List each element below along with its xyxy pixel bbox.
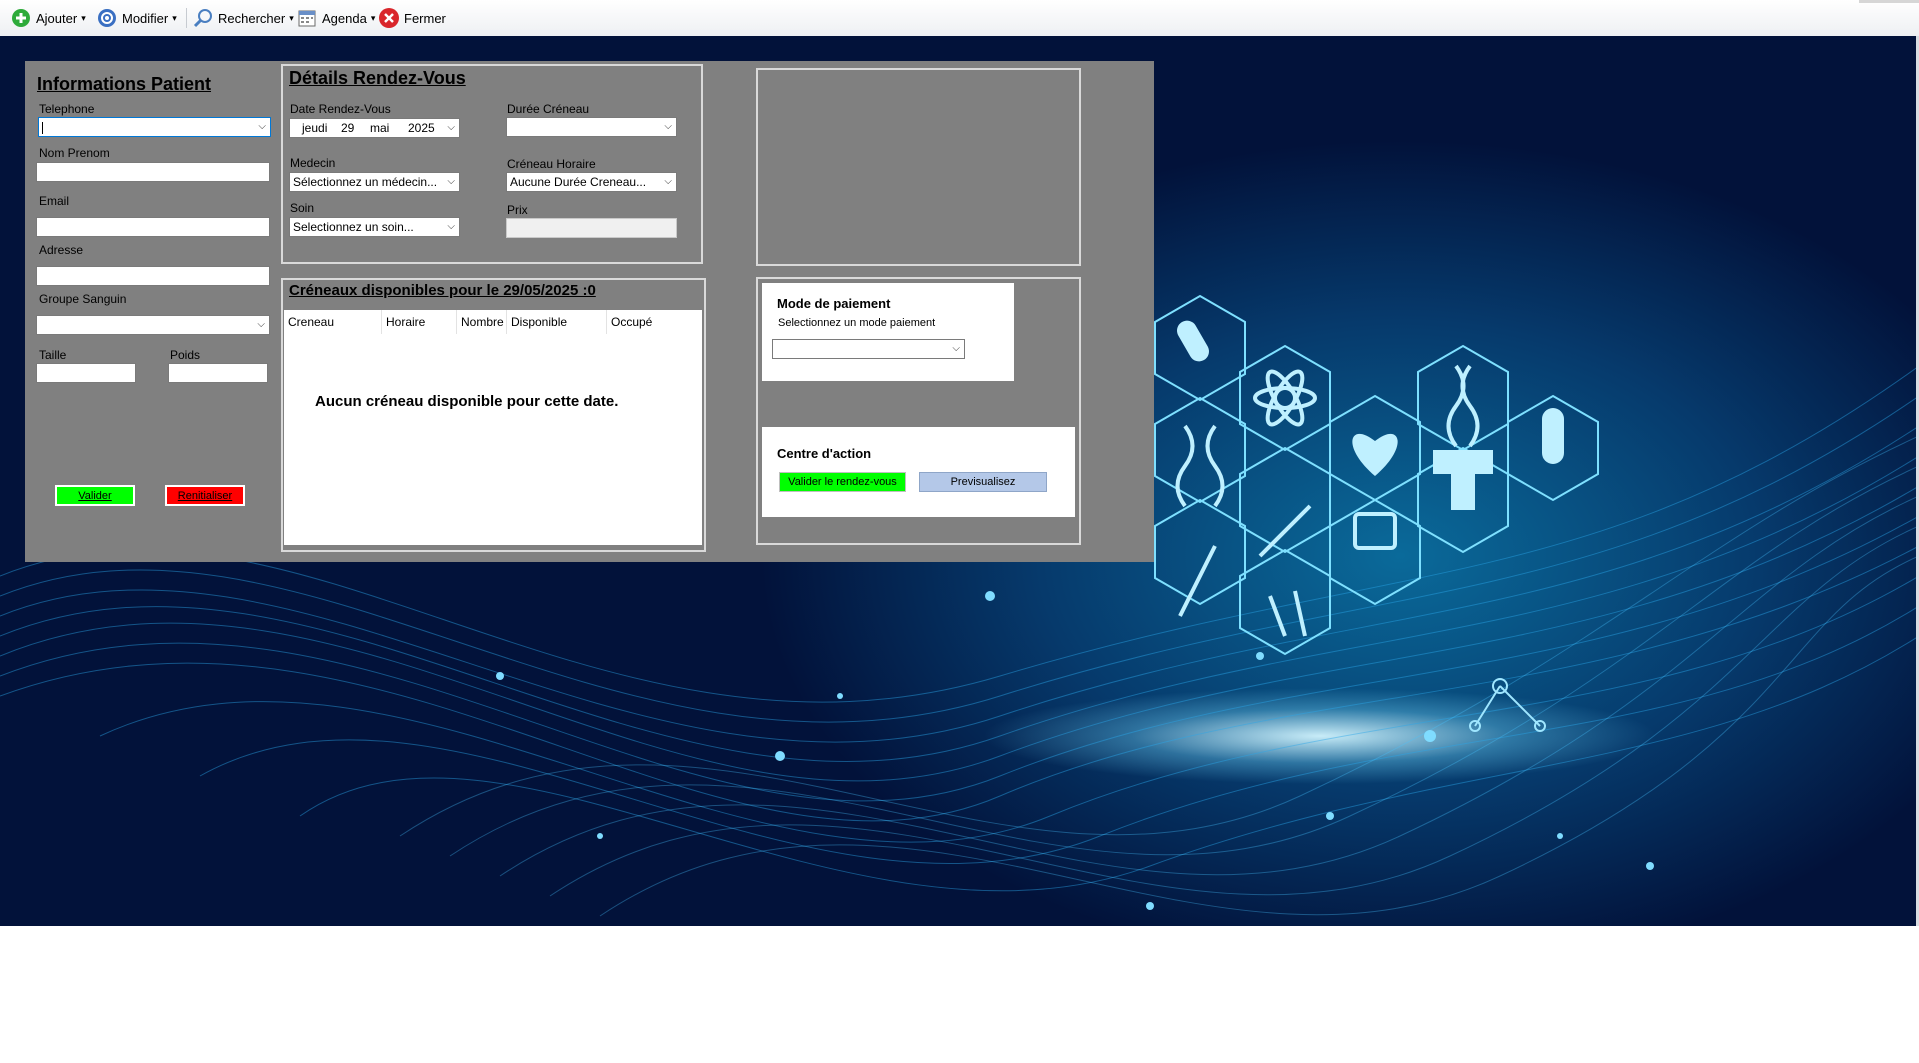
previsualisez-button[interactable]: Previsualisez xyxy=(919,472,1047,492)
payment-card: Mode de paiement Selectionnez un mode pa… xyxy=(762,283,1014,381)
fermer-label: Fermer xyxy=(404,10,446,26)
rdv-section-title: Détails Rendez-Vous xyxy=(289,68,466,88)
date-rdv-picker[interactable]: jeudi 29 mai 2025 ⌵ xyxy=(289,118,460,138)
date-rdv-label: Date Rendez-Vous xyxy=(290,102,391,116)
action-center-card: Centre d'action Valider le rendez-vous P… xyxy=(762,427,1075,517)
adresse-input[interactable] xyxy=(36,266,270,286)
rechercher-menu-button[interactable]: Rechercher ▾ xyxy=(192,6,294,30)
chevron-down-icon: ⌵ xyxy=(664,176,672,187)
poids-label: Poids xyxy=(170,348,201,362)
close-icon xyxy=(378,7,400,29)
payment-mode-combobox[interactable]: ⌵ xyxy=(772,339,965,359)
chevron-down-icon: ⌵ xyxy=(258,121,266,132)
rechercher-label: Rechercher xyxy=(218,10,286,26)
agenda-menu-button[interactable]: Agenda ▾ xyxy=(296,6,375,30)
groupe-sanguin-combobox[interactable]: ⌵ xyxy=(36,315,270,335)
prix-label: Prix xyxy=(507,203,528,217)
duree-creneau-label: Durée Créneau xyxy=(507,102,590,116)
soin-combobox[interactable]: Selectionnez un soin... ⌵ xyxy=(289,217,460,237)
column-header[interactable]: Disponible xyxy=(507,310,607,334)
preview-group xyxy=(756,68,1081,266)
search-icon xyxy=(192,7,214,29)
ajouter-label: Ajouter xyxy=(36,10,78,26)
action-center-title: Centre d'action xyxy=(777,446,872,461)
chevron-down-icon: ⌵ xyxy=(664,121,672,132)
patient-section-title: Informations Patient xyxy=(37,74,212,94)
telephone-label: Telephone xyxy=(39,102,95,116)
chevron-down-icon: ⌵ xyxy=(447,221,455,232)
reinitialiser-button[interactable]: Renitialiser xyxy=(165,485,245,506)
ajouter-menu-button[interactable]: Ajouter ▾ xyxy=(10,6,86,30)
soin-label: Soin xyxy=(290,201,315,215)
column-header[interactable]: Horaire xyxy=(382,310,457,334)
telephone-combobox[interactable]: ⌵ xyxy=(38,117,271,137)
toolbar-separator xyxy=(186,8,187,28)
taille-label: Taille xyxy=(39,348,67,362)
date-month: mai xyxy=(370,121,390,135)
chevron-down-icon: ▾ xyxy=(289,12,294,23)
chevron-down-icon: ⌵ xyxy=(257,319,265,330)
column-header[interactable]: Occupé xyxy=(607,310,702,334)
creneau-horaire-value: Aucune Durée Creneau... xyxy=(510,175,647,189)
calendar-icon xyxy=(296,7,318,29)
empty-slots-message: Aucun créneau disponible pour cette date… xyxy=(315,393,619,410)
appointment-panel: Informations Patient Telephone ⌵ Nom Pre… xyxy=(25,61,1154,562)
column-header[interactable]: Creneau xyxy=(284,310,382,334)
taille-input[interactable] xyxy=(36,363,136,383)
chevron-down-icon: ▾ xyxy=(81,12,86,23)
poids-input[interactable] xyxy=(168,363,268,383)
groupe-sanguin-label: Groupe Sanguin xyxy=(39,292,127,306)
nom-prenom-label: Nom Prenom xyxy=(39,146,110,160)
column-header[interactable]: Nombre xyxy=(457,310,507,334)
date-day: jeudi xyxy=(302,121,328,135)
creneau-horaire-combobox[interactable]: Aucune Durée Creneau... ⌵ xyxy=(506,172,677,192)
email-input[interactable] xyxy=(36,217,270,237)
chevron-down-icon: ▾ xyxy=(370,12,376,23)
chevron-down-icon: ▾ xyxy=(172,12,177,23)
medecin-value: Sélectionnez un médecin... xyxy=(293,175,438,189)
soin-value: Selectionnez un soin... xyxy=(293,220,414,234)
email-label: Email xyxy=(39,194,70,208)
date-num: 29 xyxy=(341,121,355,135)
valider-button[interactable]: Valider xyxy=(55,485,135,506)
nom-prenom-input[interactable] xyxy=(36,162,270,182)
edit-icon xyxy=(96,7,118,29)
background-bottom xyxy=(0,926,1919,1063)
text-caret xyxy=(42,121,43,134)
date-year: 2025 xyxy=(408,121,435,135)
payment-subtitle: Selectionnez un mode paiement xyxy=(778,317,936,329)
creneau-horaire-label: Créneau Horaire xyxy=(507,157,596,171)
chevron-down-icon: ⌵ xyxy=(952,343,960,354)
slots-title: Créneaux disponibles pour le 29/05/2025 … xyxy=(289,282,596,299)
modifier-label: Modifier xyxy=(122,10,169,26)
valider-rendez-vous-button[interactable]: Valider le rendez-vous xyxy=(779,472,906,492)
agenda-label: Agenda xyxy=(322,10,367,26)
fermer-button[interactable]: Fermer xyxy=(378,6,446,30)
chevron-down-icon: ⌵ xyxy=(447,176,455,187)
window-edge xyxy=(1859,0,1919,3)
toolbar: Ajouter ▾ Modifier ▾ Rechercher ▾ Agenda… xyxy=(0,0,1919,37)
payment-title: Mode de paiement xyxy=(777,296,891,311)
duree-creneau-combobox[interactable]: ⌵ xyxy=(506,117,677,137)
adresse-label: Adresse xyxy=(39,243,84,257)
medecin-combobox[interactable]: Sélectionnez un médecin... ⌵ xyxy=(289,172,460,192)
add-icon xyxy=(10,7,32,29)
medecin-label: Medecin xyxy=(290,156,336,170)
chevron-down-icon: ⌵ xyxy=(447,122,455,133)
prix-input xyxy=(506,218,677,238)
modifier-menu-button[interactable]: Modifier ▾ xyxy=(96,6,177,30)
slots-table[interactable]: Creneau Horaire Nombre Disponible Occupé… xyxy=(284,310,702,545)
